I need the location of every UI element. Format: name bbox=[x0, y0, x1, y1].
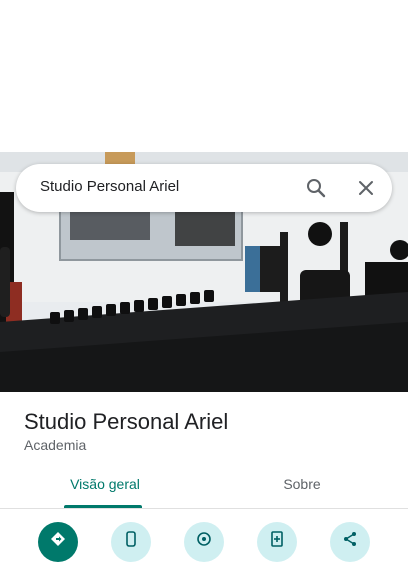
tab-about[interactable]: Sobre bbox=[257, 476, 347, 510]
tabs-divider bbox=[0, 508, 408, 509]
location-icon bbox=[197, 532, 211, 546]
blank-header-area bbox=[0, 0, 408, 152]
search-bar[interactable]: Studio Personal Ariel bbox=[16, 164, 392, 212]
nearby-button[interactable] bbox=[184, 522, 224, 562]
save-icon bbox=[271, 531, 283, 547]
place-category: Academia bbox=[24, 437, 87, 453]
directions-icon bbox=[51, 532, 65, 546]
place-title: Studio Personal Ariel bbox=[24, 409, 229, 434]
share-button[interactable] bbox=[330, 522, 370, 562]
search-query[interactable]: Studio Personal Ariel bbox=[40, 178, 179, 195]
call-button[interactable] bbox=[111, 522, 151, 562]
phone-icon bbox=[126, 531, 136, 547]
share-icon bbox=[344, 532, 356, 546]
save-button[interactable] bbox=[257, 522, 297, 562]
close-icon[interactable] bbox=[354, 176, 378, 200]
directions-button[interactable] bbox=[38, 522, 78, 562]
search-icon[interactable] bbox=[304, 176, 328, 200]
